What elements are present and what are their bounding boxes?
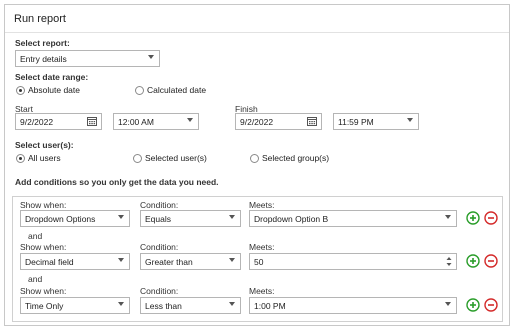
plus-circle-icon[interactable] bbox=[466, 211, 480, 225]
radio-all-users[interactable]: All users bbox=[16, 153, 61, 163]
chevron-down-icon bbox=[229, 302, 235, 306]
show-when-label: Show when: bbox=[20, 200, 67, 210]
start-date-value: 9/2/2022 bbox=[20, 117, 54, 127]
radio-absolute-date-label: Absolute date bbox=[28, 85, 80, 95]
condition-field-select[interactable]: Dropdown Options bbox=[20, 210, 130, 227]
select-users-label: Select user(s): bbox=[15, 140, 74, 150]
chevron-down-icon bbox=[445, 215, 451, 219]
minus-circle-icon[interactable] bbox=[484, 211, 498, 225]
condition-label: Condition: bbox=[140, 242, 179, 252]
minus-circle-icon[interactable] bbox=[484, 298, 498, 312]
select-report-label: Select report: bbox=[15, 38, 70, 48]
condition-field-value: Time Only bbox=[25, 301, 64, 311]
finish-date-input[interactable]: 9/2/2022 bbox=[235, 113, 322, 130]
calendar-icon[interactable] bbox=[307, 117, 317, 126]
show-when-label: Show when: bbox=[20, 286, 67, 296]
meets-label: Meets: bbox=[249, 242, 275, 252]
plus-circle-icon[interactable] bbox=[466, 298, 480, 312]
condition-field-select[interactable]: Decimal field bbox=[20, 253, 130, 270]
condition-operator-select[interactable]: Equals bbox=[140, 210, 241, 227]
condition-label: Condition: bbox=[140, 200, 179, 210]
chevron-down-icon bbox=[445, 302, 451, 306]
show-when-label: Show when: bbox=[20, 242, 67, 252]
radio-selected-groups-label: Selected group(s) bbox=[262, 153, 330, 163]
spinner-icon[interactable] bbox=[446, 256, 452, 267]
conditions-heading: Add conditions so you only get the data … bbox=[15, 177, 219, 187]
radio-all-users-label: All users bbox=[28, 153, 61, 163]
condition-field-value: Decimal field bbox=[25, 257, 74, 267]
radio-dot bbox=[16, 153, 25, 163]
radio-dot bbox=[16, 85, 25, 95]
date-range-label: Select date range: bbox=[15, 72, 89, 82]
run-report-panel: Run report Select report: Entry details … bbox=[4, 4, 510, 326]
condition-operator-select[interactable]: Less than bbox=[140, 297, 241, 314]
chevron-down-icon bbox=[407, 118, 413, 122]
start-time-value: 12:00 AM bbox=[118, 117, 154, 127]
condition-meets-number-input[interactable]: 50 bbox=[249, 253, 457, 270]
conditions-box: Show when: Condition: Meets: Dropdown Op… bbox=[12, 196, 503, 322]
radio-selected-groups[interactable]: Selected group(s) bbox=[250, 153, 329, 163]
meets-label: Meets: bbox=[249, 200, 275, 210]
report-select[interactable]: Entry details bbox=[15, 50, 160, 67]
chevron-down-icon bbox=[118, 215, 124, 219]
radio-dot bbox=[133, 153, 142, 163]
page-title: Run report bbox=[14, 13, 66, 25]
condition-operator-value: Less than bbox=[145, 301, 182, 311]
radio-selected-users[interactable]: Selected user(s) bbox=[133, 153, 207, 163]
chevron-down-icon bbox=[229, 215, 235, 219]
condition-meets-select[interactable]: 1:00 PM bbox=[249, 297, 457, 314]
chevron-down-icon bbox=[229, 258, 235, 262]
and-joiner: and bbox=[28, 274, 43, 284]
calendar-icon[interactable] bbox=[87, 117, 97, 126]
chevron-down-icon bbox=[118, 302, 124, 306]
condition-operator-value: Equals bbox=[145, 214, 171, 224]
chevron-down-icon bbox=[187, 118, 193, 122]
plus-circle-icon[interactable] bbox=[466, 254, 480, 268]
radio-absolute-date[interactable]: Absolute date bbox=[16, 85, 80, 95]
condition-field-select[interactable]: Time Only bbox=[20, 297, 130, 314]
radio-dot bbox=[135, 85, 144, 95]
minus-circle-icon[interactable] bbox=[484, 254, 498, 268]
finish-date-value: 9/2/2022 bbox=[240, 117, 274, 127]
chevron-down-icon bbox=[118, 258, 124, 262]
start-date-input[interactable]: 9/2/2022 bbox=[15, 113, 102, 130]
radio-calculated-date-label: Calculated date bbox=[147, 85, 207, 95]
condition-meets-value: 50 bbox=[254, 257, 264, 267]
condition-meets-select[interactable]: Dropdown Option B bbox=[249, 210, 457, 227]
and-joiner: and bbox=[28, 231, 43, 241]
radio-dot bbox=[250, 153, 259, 163]
radio-selected-users-label: Selected user(s) bbox=[145, 153, 207, 163]
radio-calculated-date[interactable]: Calculated date bbox=[135, 85, 206, 95]
condition-operator-value: Greater than bbox=[145, 257, 193, 267]
condition-meets-value: 1:00 PM bbox=[254, 301, 286, 311]
report-select-value: Entry details bbox=[20, 54, 67, 64]
finish-time-value: 11:59 PM bbox=[338, 117, 374, 127]
panel-header: Run report bbox=[5, 5, 509, 33]
meets-label: Meets: bbox=[249, 286, 275, 296]
start-time-select[interactable]: 12:00 AM bbox=[113, 113, 199, 130]
condition-label: Condition: bbox=[140, 286, 179, 296]
condition-field-value: Dropdown Options bbox=[25, 214, 96, 224]
condition-meets-value: Dropdown Option B bbox=[254, 214, 329, 224]
condition-operator-select[interactable]: Greater than bbox=[140, 253, 241, 270]
chevron-down-icon bbox=[148, 55, 154, 59]
finish-time-select[interactable]: 11:59 PM bbox=[333, 113, 419, 130]
